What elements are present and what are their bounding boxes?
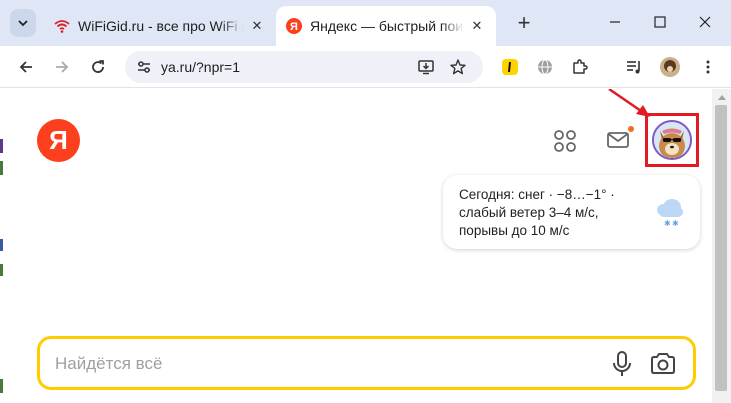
snow-cloud-icon: ✱ ✱ xyxy=(657,199,683,228)
tab-search-button[interactable] xyxy=(10,9,36,37)
tab-wifigid[interactable]: WiFiGid.ru - все про WiFi и бе ✕ xyxy=(44,6,276,46)
menu-button[interactable] xyxy=(694,53,722,81)
svg-text:✱: ✱ xyxy=(672,219,679,228)
forward-button[interactable] xyxy=(48,53,76,81)
microphone-icon[interactable] xyxy=(609,350,635,378)
services-grid-icon[interactable] xyxy=(553,129,577,153)
arrow-right-icon xyxy=(56,61,69,73)
url-text[interactable]: ya.ru/?npr=1 xyxy=(161,59,240,75)
media-controls-button[interactable] xyxy=(620,53,648,81)
puzzle-icon xyxy=(573,59,588,74)
bookmark-star-icon[interactable] xyxy=(447,56,469,78)
scroll-up-arrow-icon[interactable] xyxy=(718,95,726,100)
profile-button[interactable] xyxy=(656,53,684,81)
search-box[interactable]: Найдётся всё xyxy=(37,336,696,390)
extensions-button[interactable] xyxy=(566,53,594,81)
svg-text:✱: ✱ xyxy=(664,219,671,228)
background-window-edge xyxy=(0,89,4,403)
browser-toolbar: ya.ru/?npr=1 xyxy=(0,46,731,88)
more-vertical-icon xyxy=(706,60,710,74)
chevron-down-icon xyxy=(18,20,28,27)
search-input[interactable]: Найдётся всё xyxy=(55,354,162,374)
maximize-icon[interactable] xyxy=(645,8,675,36)
extension-yandex-button[interactable] xyxy=(496,53,524,81)
arrow-left-icon xyxy=(19,61,32,73)
close-tab-icon[interactable]: ✕ xyxy=(248,17,266,35)
profile-avatar-icon xyxy=(660,57,680,77)
reload-button[interactable] xyxy=(84,53,112,81)
weather-card[interactable]: Сегодня: снег · −8…−1° · слабый ветер 3–… xyxy=(443,175,700,249)
yandex-extension-icon xyxy=(502,59,518,75)
globe-icon xyxy=(538,59,552,75)
tab-yandex[interactable]: Я Яндекс — быстрый поиск в и ✕ xyxy=(276,6,496,46)
install-app-icon[interactable] xyxy=(415,56,437,78)
yandex-favicon-icon: Я xyxy=(286,18,302,34)
mail-icon[interactable] xyxy=(605,128,631,152)
camera-search-icon[interactable] xyxy=(649,351,677,377)
tab-title: Яндекс — быстрый поиск в и xyxy=(310,18,464,34)
yandex-logo[interactable]: Я xyxy=(37,119,80,162)
wifi-favicon-icon xyxy=(54,18,70,34)
close-window-icon[interactable] xyxy=(690,8,720,36)
reload-icon xyxy=(92,60,104,73)
browser-window: WiFiGid.ru - все про WiFi и бе ✕ Я Яндек… xyxy=(0,0,731,403)
user-avatar[interactable] xyxy=(652,120,692,160)
svg-text:Я: Я xyxy=(290,21,298,33)
tab-strip: WiFiGid.ru - все про WiFi и бе ✕ Я Яндек… xyxy=(0,0,731,46)
address-bar[interactable]: ya.ru/?npr=1 xyxy=(125,51,483,83)
weather-text: Сегодня: снег · −8…−1° · слабый ветер 3–… xyxy=(459,187,615,238)
scrollbar-thumb[interactable] xyxy=(715,105,727,391)
minimize-icon[interactable] xyxy=(600,8,630,36)
back-button[interactable] xyxy=(12,53,40,81)
tab-title: WiFiGid.ru - все про WiFi и бе xyxy=(78,18,244,34)
page-content: Я Сегодня: снег · −8…−1° · слабый ветер … xyxy=(0,89,712,403)
extension-globe-button[interactable] xyxy=(531,53,559,81)
new-tab-button[interactable]: + xyxy=(512,10,536,35)
site-settings-icon[interactable] xyxy=(133,56,155,78)
close-tab-icon[interactable]: ✕ xyxy=(468,17,486,35)
music-queue-icon xyxy=(627,61,640,74)
vertical-scrollbar[interactable] xyxy=(712,89,731,403)
